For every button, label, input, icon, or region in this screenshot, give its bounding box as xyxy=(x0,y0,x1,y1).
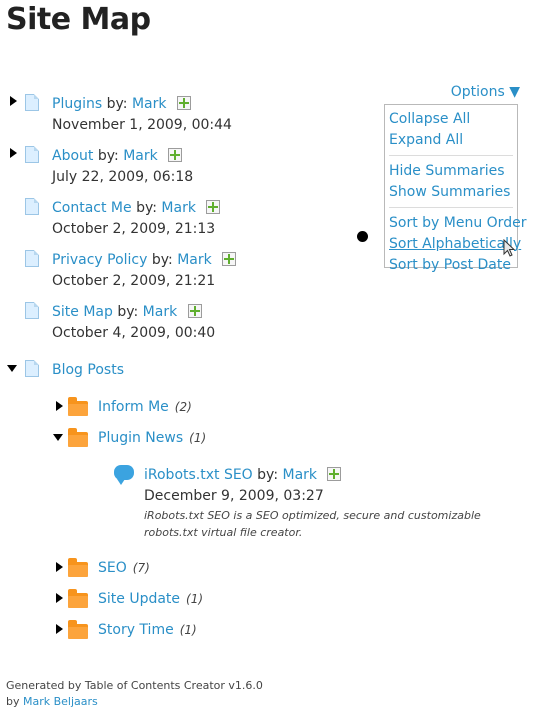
by-label: by: xyxy=(97,148,119,164)
page-date: October 2, 2009, 21:13 xyxy=(52,221,216,237)
category-link-plugin-news[interactable]: Plugin News xyxy=(98,430,183,446)
post-link-irobots[interactable]: iRobots.txt SEO xyxy=(144,467,253,483)
page-link-contact-me[interactable]: Contact Me xyxy=(52,200,132,216)
post-item-irobots: iRobots.txt SEO by: Mark xyxy=(144,465,342,485)
folder-icon xyxy=(68,620,88,639)
folder-icon xyxy=(68,558,88,577)
author-link[interactable]: Mark xyxy=(177,252,212,268)
page-item-about: About by: Mark xyxy=(52,146,183,166)
page-item-privacy-policy: Privacy Policy by: Mark xyxy=(52,250,237,270)
add-plus-icon[interactable] xyxy=(327,467,342,481)
page-item-contact-me: Contact Me by: Mark xyxy=(52,198,221,218)
by-label: by: xyxy=(106,96,128,112)
category-link-inform-me[interactable]: Inform Me xyxy=(98,399,169,415)
menu-item-sort-by-post-date[interactable]: Sort by Post Date xyxy=(389,255,513,276)
menu-item-sort-alphabetically[interactable]: Sort Alphabetically xyxy=(389,234,521,255)
category-item-story-time: Story Time (1) xyxy=(98,620,197,640)
menu-divider xyxy=(389,207,513,208)
post-count: (1) xyxy=(189,431,207,445)
category-item-seo: SEO (7) xyxy=(98,558,150,578)
page-item-site-map: Site Map by: Mark xyxy=(52,302,202,322)
menu-item-collapse-all[interactable]: Collapse All xyxy=(389,109,513,130)
blog-posts-item: Blog Posts xyxy=(52,360,124,380)
post-count: (2) xyxy=(174,400,192,414)
page-icon xyxy=(25,146,39,163)
footer: Generated by Table of Contents Creator v… xyxy=(6,678,263,710)
footer-author-line: by Mark Beljaars xyxy=(6,694,263,710)
page-date: October 2, 2009, 21:21 xyxy=(52,273,216,289)
category-link-seo[interactable]: SEO xyxy=(98,560,127,576)
author-link[interactable]: Mark xyxy=(143,304,178,320)
blog-posts-link[interactable]: Blog Posts xyxy=(52,362,124,378)
page-date: November 1, 2009, 00:44 xyxy=(52,117,232,133)
page-link-site-map[interactable]: Site Map xyxy=(52,304,113,320)
post-comment-icon xyxy=(114,465,134,485)
add-plus-icon[interactable] xyxy=(168,148,183,162)
post-count: (7) xyxy=(132,561,150,575)
menu-item-show-summaries[interactable]: Show Summaries xyxy=(389,182,513,203)
author-link[interactable]: Mark xyxy=(283,467,318,483)
add-plus-icon[interactable] xyxy=(176,96,191,110)
page-link-plugins[interactable]: Plugins xyxy=(52,96,102,112)
footer-by-label: by xyxy=(6,695,20,708)
category-item-site-update: Site Update (1) xyxy=(98,589,203,609)
category-item-inform-me: Inform Me (2) xyxy=(98,397,192,417)
author-link[interactable]: Mark xyxy=(123,148,158,164)
folder-icon xyxy=(68,397,88,416)
collapse-toggle-blog-posts[interactable] xyxy=(7,365,17,372)
by-label: by: xyxy=(257,467,279,483)
folder-icon xyxy=(68,428,88,447)
by-label: by: xyxy=(136,200,157,216)
post-summary: iRobots.txt SEO is a SEO optimized, secu… xyxy=(144,509,481,539)
page-item-plugins: Plugins by: Mark xyxy=(52,94,191,114)
page-date: October 4, 2009, 00:40 xyxy=(52,325,216,341)
expand-toggle-seo[interactable] xyxy=(56,562,63,572)
page-icon xyxy=(25,302,39,319)
options-menu: Collapse All Expand All Hide Summaries S… xyxy=(384,104,526,273)
mouse-cursor-icon xyxy=(503,239,516,257)
menu-item-expand-all[interactable]: Expand All xyxy=(389,130,513,151)
page-icon xyxy=(25,198,39,215)
collapse-toggle-plugin-news[interactable] xyxy=(53,434,63,441)
expand-toggle-plugins[interactable] xyxy=(10,96,17,106)
add-plus-icon[interactable] xyxy=(222,252,237,266)
category-item-plugin-news: Plugin News (1) xyxy=(98,428,206,448)
page-date: July 22, 2009, 06:18 xyxy=(52,169,194,185)
menu-item-hide-summaries[interactable]: Hide Summaries xyxy=(389,161,513,182)
footer-author-link[interactable]: Mark Beljaars xyxy=(23,695,98,708)
category-link-site-update[interactable]: Site Update xyxy=(98,591,180,607)
add-plus-icon[interactable] xyxy=(187,304,202,318)
expand-toggle-inform-me[interactable] xyxy=(56,401,63,411)
folder-icon xyxy=(68,589,88,608)
add-plus-icon[interactable] xyxy=(206,200,221,214)
page-icon xyxy=(25,250,39,267)
expand-toggle-story-time[interactable] xyxy=(56,624,63,634)
post-date: December 9, 2009, 03:27 xyxy=(144,488,324,504)
page-icon xyxy=(25,360,39,377)
category-link-story-time[interactable]: Story Time xyxy=(98,622,174,638)
options-dropdown-button[interactable]: Options ▼ xyxy=(451,84,520,100)
menu-divider xyxy=(389,155,513,156)
page-link-privacy-policy[interactable]: Privacy Policy xyxy=(52,252,147,268)
black-dot-marker xyxy=(357,231,368,242)
by-label: by: xyxy=(117,304,139,320)
footer-generated-text: Generated by Table of Contents Creator v… xyxy=(6,679,263,692)
by-label: by: xyxy=(151,252,173,268)
menu-item-sort-by-menu-order[interactable]: Sort by Menu Order xyxy=(389,213,526,234)
author-link[interactable]: Mark xyxy=(161,200,196,216)
page-link-about[interactable]: About xyxy=(52,148,93,164)
expand-toggle-site-update[interactable] xyxy=(56,593,63,603)
author-link[interactable]: Mark xyxy=(132,96,167,112)
post-count: (1) xyxy=(186,592,204,606)
post-count: (1) xyxy=(179,623,197,637)
expand-toggle-about[interactable] xyxy=(10,148,17,158)
page-icon xyxy=(25,94,39,111)
